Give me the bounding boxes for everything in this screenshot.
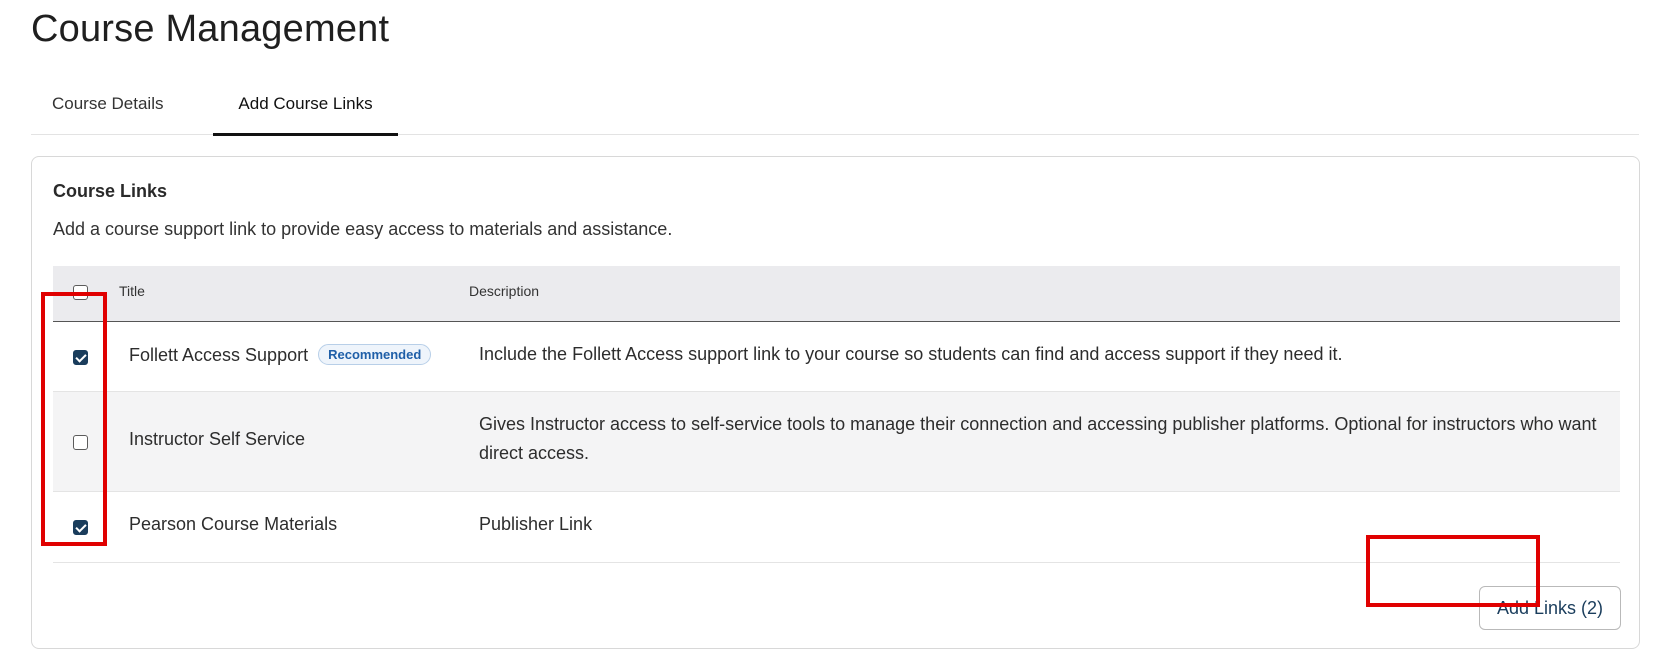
highlight-box-add-links bbox=[1366, 535, 1540, 607]
row-title: Instructor Self Service bbox=[129, 429, 306, 449]
highlight-box-checkboxes bbox=[41, 292, 107, 546]
row-description: Include the Follett Access support link … bbox=[479, 344, 1343, 364]
page-title: Course Management bbox=[31, 8, 390, 50]
table-row: Instructor Self Service Gives Instructor… bbox=[53, 392, 1620, 492]
row-title: Follett Access Support Recommended bbox=[129, 344, 432, 366]
recommended-badge: Recommended bbox=[318, 344, 432, 365]
card-title: Course Links bbox=[53, 181, 168, 201]
row-title: Pearson Course Materials bbox=[129, 514, 338, 534]
table-header: Title Description bbox=[53, 266, 1620, 322]
tab-bar: Course Details Add Course Links bbox=[31, 82, 1639, 136]
column-header-description: Description bbox=[469, 283, 540, 299]
row-description: Gives Instructor access to self-service … bbox=[479, 414, 1597, 463]
row-title-text: Follett Access Support bbox=[129, 345, 309, 365]
tab-course-details[interactable]: Course Details bbox=[52, 82, 164, 135]
tab-add-course-links[interactable]: Add Course Links bbox=[213, 82, 398, 136]
card-description: Add a course support link to provide eas… bbox=[53, 219, 673, 239]
column-header-title: Title bbox=[119, 283, 145, 299]
table-row: Follett Access Support Recommended Includ… bbox=[53, 322, 1620, 392]
course-links-table: Title Description Follett Access Support… bbox=[53, 266, 1620, 563]
